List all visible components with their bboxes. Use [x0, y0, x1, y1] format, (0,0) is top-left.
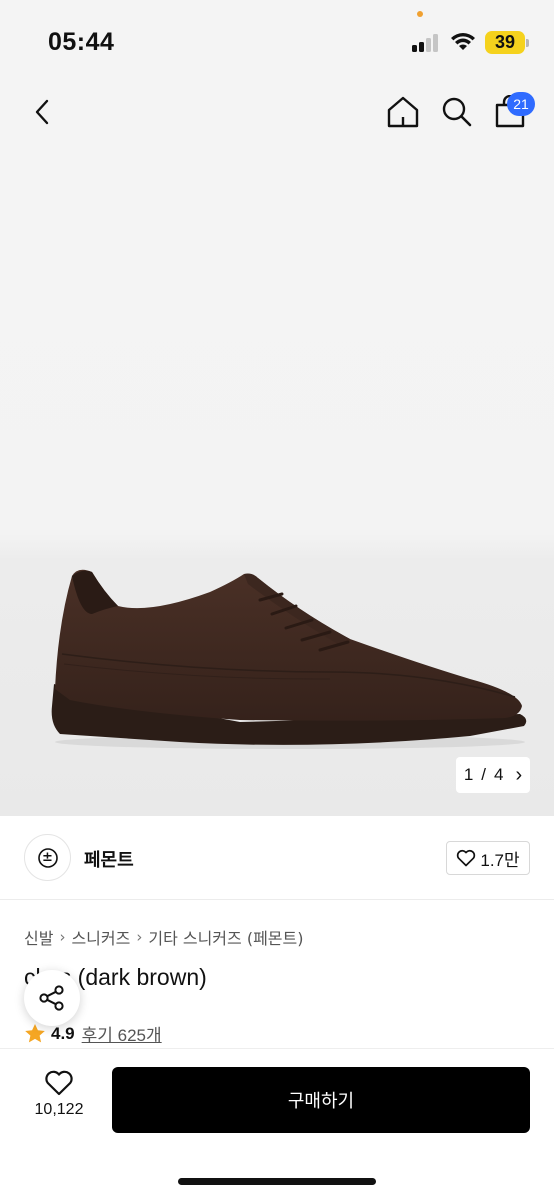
reviews-link[interactable]: 후기 625개 [82, 1021, 162, 1046]
gallery-total-count: 4 [494, 765, 504, 784]
brand-logo[interactable]: ± [24, 834, 71, 881]
gallery-counter[interactable]: 1 / 4 › [456, 757, 530, 793]
privacy-indicator [417, 11, 423, 17]
share-button[interactable] [24, 970, 80, 1026]
star-icon [25, 1024, 45, 1043]
buy-button[interactable]: 구매하기 [112, 1067, 530, 1133]
breadcrumb: 신발 › 스니커즈 › 기타 스니커즈 (페몬트) [24, 925, 303, 949]
breadcrumb-item[interactable]: 신발 [24, 925, 53, 949]
breadcrumb-item[interactable]: 기타 스니커즈 (페몬트) [148, 925, 303, 949]
chevron-right-icon: › [59, 928, 66, 946]
product-image-gallery[interactable] [0, 144, 554, 816]
battery-indicator: 39 [485, 31, 525, 54]
cellular-signal-icon [412, 34, 442, 52]
breadcrumb-item[interactable]: 스니커즈 [71, 925, 130, 949]
home-icon [387, 96, 419, 128]
wifi-icon [451, 33, 475, 50]
status-time: 05:44 [48, 28, 115, 56]
brand-row: ± 페몬트 1.7만 [0, 816, 554, 900]
wishlist-button[interactable]: 10,122 [26, 1069, 92, 1129]
wishlist-count: 10,122 [34, 1101, 84, 1118]
gallery-current-index: 1 [463, 765, 474, 784]
brand-like-count: 1.7만 [480, 850, 520, 870]
home-button[interactable] [384, 92, 422, 132]
chevron-right-icon: › [515, 763, 523, 786]
brand-logo-glyph: ± [42, 850, 53, 865]
search-icon [442, 97, 472, 127]
heart-icon [457, 849, 476, 867]
product-shoe-image [51, 569, 527, 749]
share-icon [39, 985, 64, 1011]
rating-score: 4.9 [51, 1023, 75, 1043]
home-indicator [178, 1178, 376, 1185]
brand-like-button[interactable]: 1.7만 [446, 841, 530, 875]
search-button[interactable] [438, 92, 476, 132]
back-icon [35, 99, 49, 125]
top-nav [0, 80, 554, 144]
chevron-right-icon: › [136, 928, 143, 946]
status-bar: 05:44 39 [0, 0, 554, 80]
battery-tip [526, 39, 529, 47]
brand-name[interactable]: 페몬트 [84, 846, 134, 872]
back-button[interactable] [24, 94, 60, 130]
heart-icon [45, 1070, 73, 1096]
gallery-counter-separator: / [481, 765, 487, 784]
cart-count-badge: 21 [507, 92, 535, 116]
